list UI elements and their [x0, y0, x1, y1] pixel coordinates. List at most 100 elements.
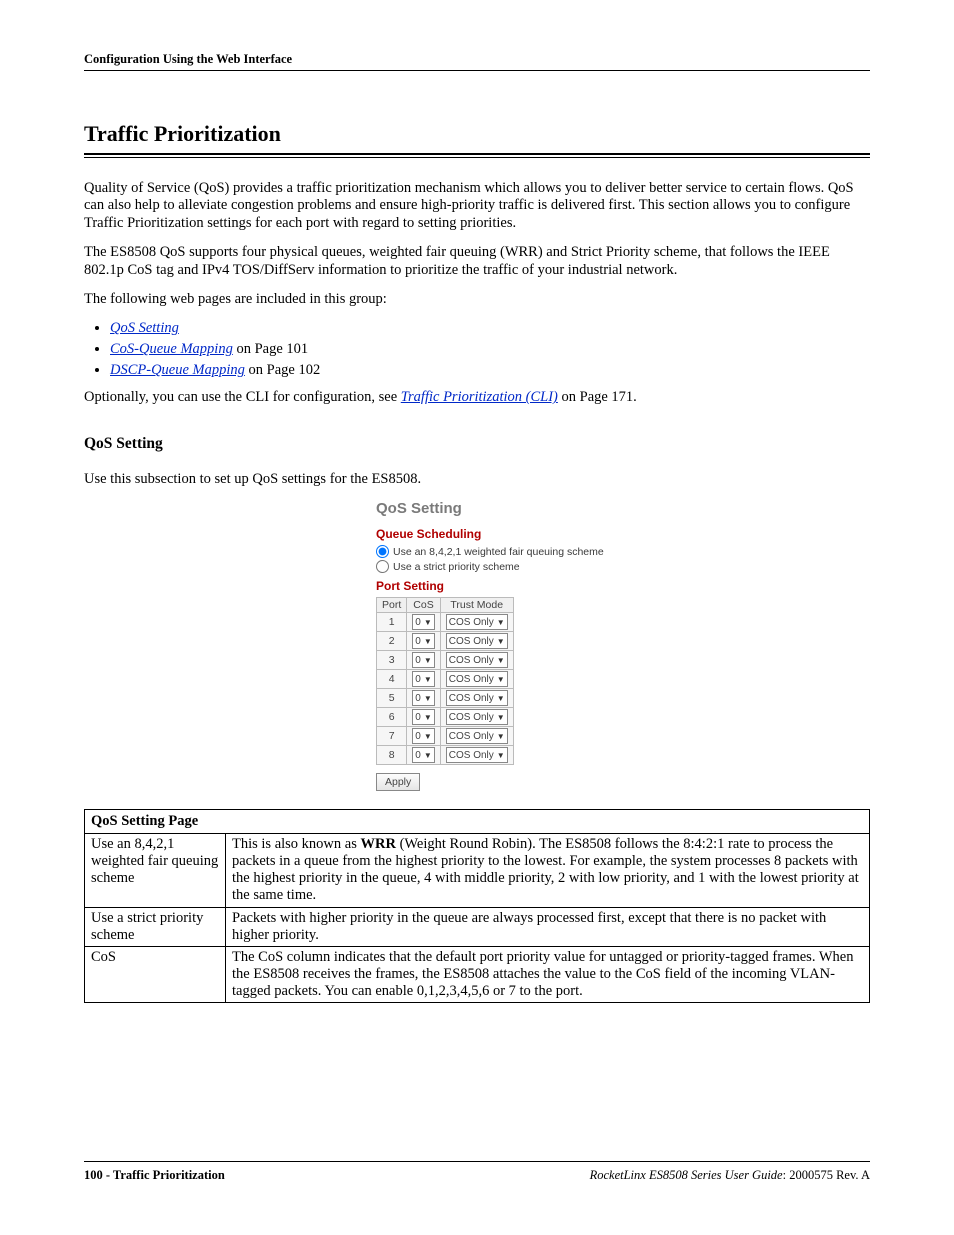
port-cell: 5 [377, 689, 407, 708]
desc-caption: QoS Setting Page [85, 810, 870, 834]
intro-para-1: Quality of Service (QoS) provides a traf… [84, 180, 870, 232]
trust-cell: COS Only▼ [440, 708, 513, 727]
table-row: 30▼COS Only▼ [377, 651, 514, 670]
footer-rev: : 2000575 Rev. A [783, 1168, 870, 1182]
section-body: Use this subsection to set up QoS settin… [84, 471, 870, 488]
queue-scheduling-heading: Queue Scheduling [376, 527, 626, 541]
chevron-down-icon: ▼ [497, 751, 505, 760]
chevron-down-icon: ▼ [424, 618, 432, 627]
description-table: QoS Setting Page Use an 8,4,2,1 weighted… [84, 809, 870, 1003]
cli-para: Optionally, you can use the CLI for conf… [84, 389, 870, 406]
chevron-down-icon: ▼ [497, 637, 505, 646]
trust-select[interactable]: COS Only▼ [446, 728, 508, 744]
trust-select[interactable]: COS Only▼ [446, 652, 508, 668]
chevron-down-icon: ▼ [424, 751, 432, 760]
cos-cell: 0▼ [407, 746, 440, 765]
trust-select[interactable]: COS Only▼ [446, 747, 508, 763]
cli-link[interactable]: Traffic Prioritization (CLI) [401, 389, 558, 405]
table-row: 2 0▼ COS Only▼ [377, 632, 514, 651]
col-cos: CoS [407, 598, 440, 613]
cos-select[interactable]: 0▼ [412, 614, 434, 630]
port-cell: 6 [377, 708, 407, 727]
desc-text: The CoS column indicates that the defaul… [226, 946, 870, 1002]
chevron-down-icon: ▼ [497, 675, 505, 684]
col-port: Port [377, 598, 407, 613]
cos-select[interactable]: 0▼ [412, 747, 434, 763]
trust-select[interactable]: COS Only▼ [446, 614, 508, 630]
qos-setting-link[interactable]: QoS Setting [110, 320, 179, 336]
chevron-down-icon: ▼ [497, 694, 505, 703]
weighted-radio[interactable] [376, 545, 389, 558]
trust-select[interactable]: COS Only▼ [446, 633, 508, 649]
chevron-down-icon: ▼ [497, 713, 505, 722]
col-trust: Trust Mode [440, 598, 513, 613]
link-suffix: on Page 101 [233, 341, 308, 357]
trust-cell: COS Only▼ [440, 746, 513, 765]
trust-cell: COS Only▼ [440, 727, 513, 746]
table-row: 1 0▼ COS Only▼ [377, 613, 514, 632]
cli-suffix: on Page 171. [558, 389, 637, 405]
panel-title: QoS Setting [376, 500, 626, 517]
cos-select[interactable]: 0▼ [412, 633, 434, 649]
port-table: Port CoS Trust Mode 1 0▼ COS Only▼ 2 0▼ COS O… [376, 597, 514, 765]
table-row: 6 0▼ COS Only▼ [377, 708, 514, 727]
running-header: Configuration Using the Web Interface [84, 52, 870, 71]
desc-text: Packets with higher priority in the queu… [226, 907, 870, 946]
desc-text-pre: This is also known as [232, 836, 360, 852]
port-cell: 8 [377, 746, 407, 765]
chevron-down-icon: ▼ [497, 618, 505, 627]
apply-button[interactable]: Apply [376, 773, 420, 791]
cos-select[interactable]: 0▼ [412, 652, 434, 668]
cos-cell: 0▼ [407, 727, 440, 746]
desc-text: This is also known as WRR (Weight Round … [226, 834, 870, 907]
trust-cell: COS Only▼ [440, 651, 513, 670]
desc-label: CoS [85, 946, 226, 1002]
cos-queue-link[interactable]: CoS-Queue Mapping [110, 341, 233, 357]
chevron-down-icon: ▼ [424, 656, 432, 665]
cos-select[interactable]: 0▼ [412, 728, 434, 744]
table-row: 5 0▼ COS Only▼ [377, 689, 514, 708]
port-setting-heading: Port Setting [376, 579, 626, 593]
intro-para-2: The ES8508 QoS supports four physical qu… [84, 244, 870, 279]
chevron-down-icon: ▼ [424, 675, 432, 684]
trust-cell: COS Only▼ [440, 670, 513, 689]
cos-select[interactable]: 0▼ [412, 690, 434, 706]
section-heading: QoS Setting [84, 435, 870, 453]
list-item: CoS-Queue Mapping on Page 101 [110, 341, 870, 358]
chevron-down-icon: ▼ [424, 713, 432, 722]
table-row: 70▼COS Only▼ [377, 727, 514, 746]
port-cell: 1 [377, 613, 407, 632]
port-cell: 4 [377, 670, 407, 689]
strict-label: Use a strict priority scheme [393, 561, 520, 573]
qos-screenshot: QoS Setting Queue Scheduling Use an 8,4,… [376, 500, 626, 791]
cos-cell: 0▼ [407, 651, 440, 670]
desc-text-bold: WRR [360, 836, 395, 852]
cos-cell: 0▼ [407, 632, 440, 651]
port-cell: 2 [377, 632, 407, 651]
weighted-label: Use an 8,4,2,1 weighted fair queuing sch… [393, 546, 604, 558]
chevron-down-icon: ▼ [497, 656, 505, 665]
chevron-down-icon: ▼ [424, 637, 432, 646]
table-row: 8 0▼ COS Only▼ [377, 746, 514, 765]
cos-select[interactable]: 0▼ [412, 709, 434, 725]
trust-select[interactable]: COS Only▼ [446, 709, 508, 725]
trust-cell: COS Only▼ [440, 613, 513, 632]
trust-cell: COS Only▼ [440, 689, 513, 708]
chevron-down-icon: ▼ [424, 732, 432, 741]
title-rule [84, 153, 870, 158]
table-row: 4 0▼ COS Only▼ [377, 670, 514, 689]
strict-radio[interactable] [376, 560, 389, 573]
page-footer: 100 - Traffic Prioritization RocketLinx … [84, 1161, 870, 1183]
chevron-down-icon: ▼ [424, 694, 432, 703]
trust-select[interactable]: COS Only▼ [446, 671, 508, 687]
cli-prefix: Optionally, you can use the CLI for conf… [84, 389, 401, 405]
desc-label: Use an 8,4,2,1 weighted fair queuing sch… [85, 834, 226, 907]
dscp-queue-link[interactable]: DSCP-Queue Mapping [110, 362, 245, 378]
trust-select[interactable]: COS Only▼ [446, 690, 508, 706]
link-suffix: on Page 102 [245, 362, 320, 378]
cos-cell: 0▼ [407, 670, 440, 689]
intro-para-3: The following web pages are included in … [84, 291, 870, 308]
footer-guide-name: RocketLinx ES8508 Series User Guide [590, 1168, 783, 1182]
trust-cell: COS Only▼ [440, 632, 513, 651]
cos-select[interactable]: 0▼ [412, 671, 434, 687]
